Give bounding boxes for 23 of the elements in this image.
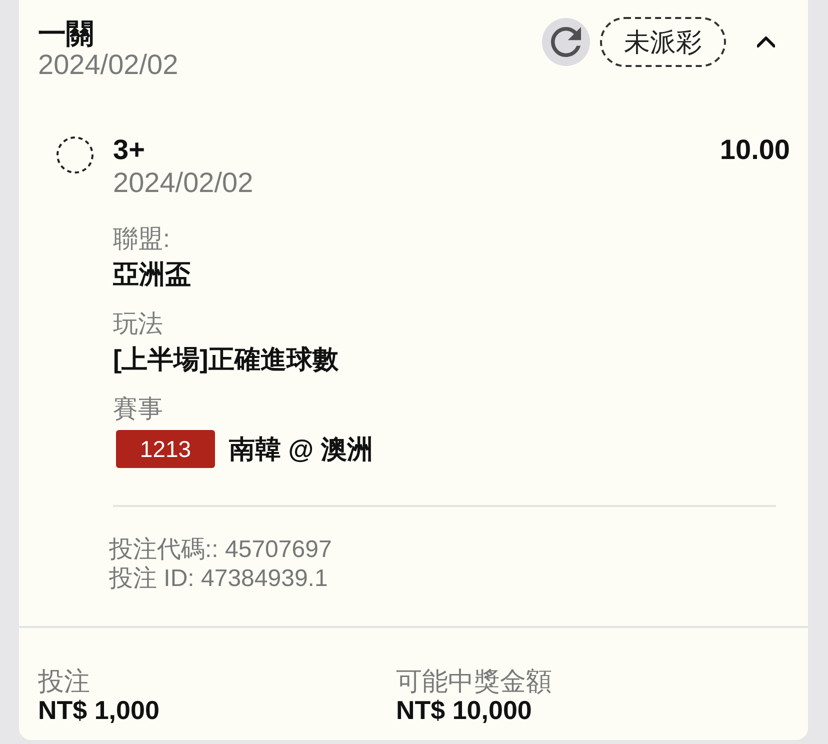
bet-title: 一關 xyxy=(38,18,95,50)
refresh-button[interactable] xyxy=(542,18,590,66)
bet-reference: 投注代碼:: 45707697 xyxy=(109,535,333,564)
detail-value: 亞洲盃 xyxy=(113,258,192,291)
match-teams: 南韓 @ 澳洲 xyxy=(229,433,373,466)
dashed-circle-icon xyxy=(56,136,94,174)
detail-label: 玩法 xyxy=(113,309,164,339)
selection-date: 2024/02/02 xyxy=(113,166,254,200)
summary-label: 可能中獎金額 xyxy=(396,667,553,695)
match-code-tag: 1213 xyxy=(116,430,215,468)
refresh-icon xyxy=(551,27,581,57)
summary-amount: NT$ 1,000 xyxy=(38,696,160,724)
chevron-up-icon[interactable] xyxy=(757,36,775,48)
status-tag: 未派彩 xyxy=(600,17,726,67)
detail-label: 聯盟: xyxy=(113,224,171,254)
summary-amount: NT$ 10,000 xyxy=(396,696,533,724)
bet-date: 2024/02/02 xyxy=(38,50,178,80)
detail-label: 賽事 xyxy=(113,394,164,424)
detail-value: [上半場]正確進球數 xyxy=(113,343,340,376)
summary-label: 投注 xyxy=(38,667,91,695)
selection-name: 3+ xyxy=(113,134,145,166)
odds-value: 10.00 xyxy=(720,134,790,166)
bet-reference: 投注 ID: 47384939.1 xyxy=(109,564,329,593)
